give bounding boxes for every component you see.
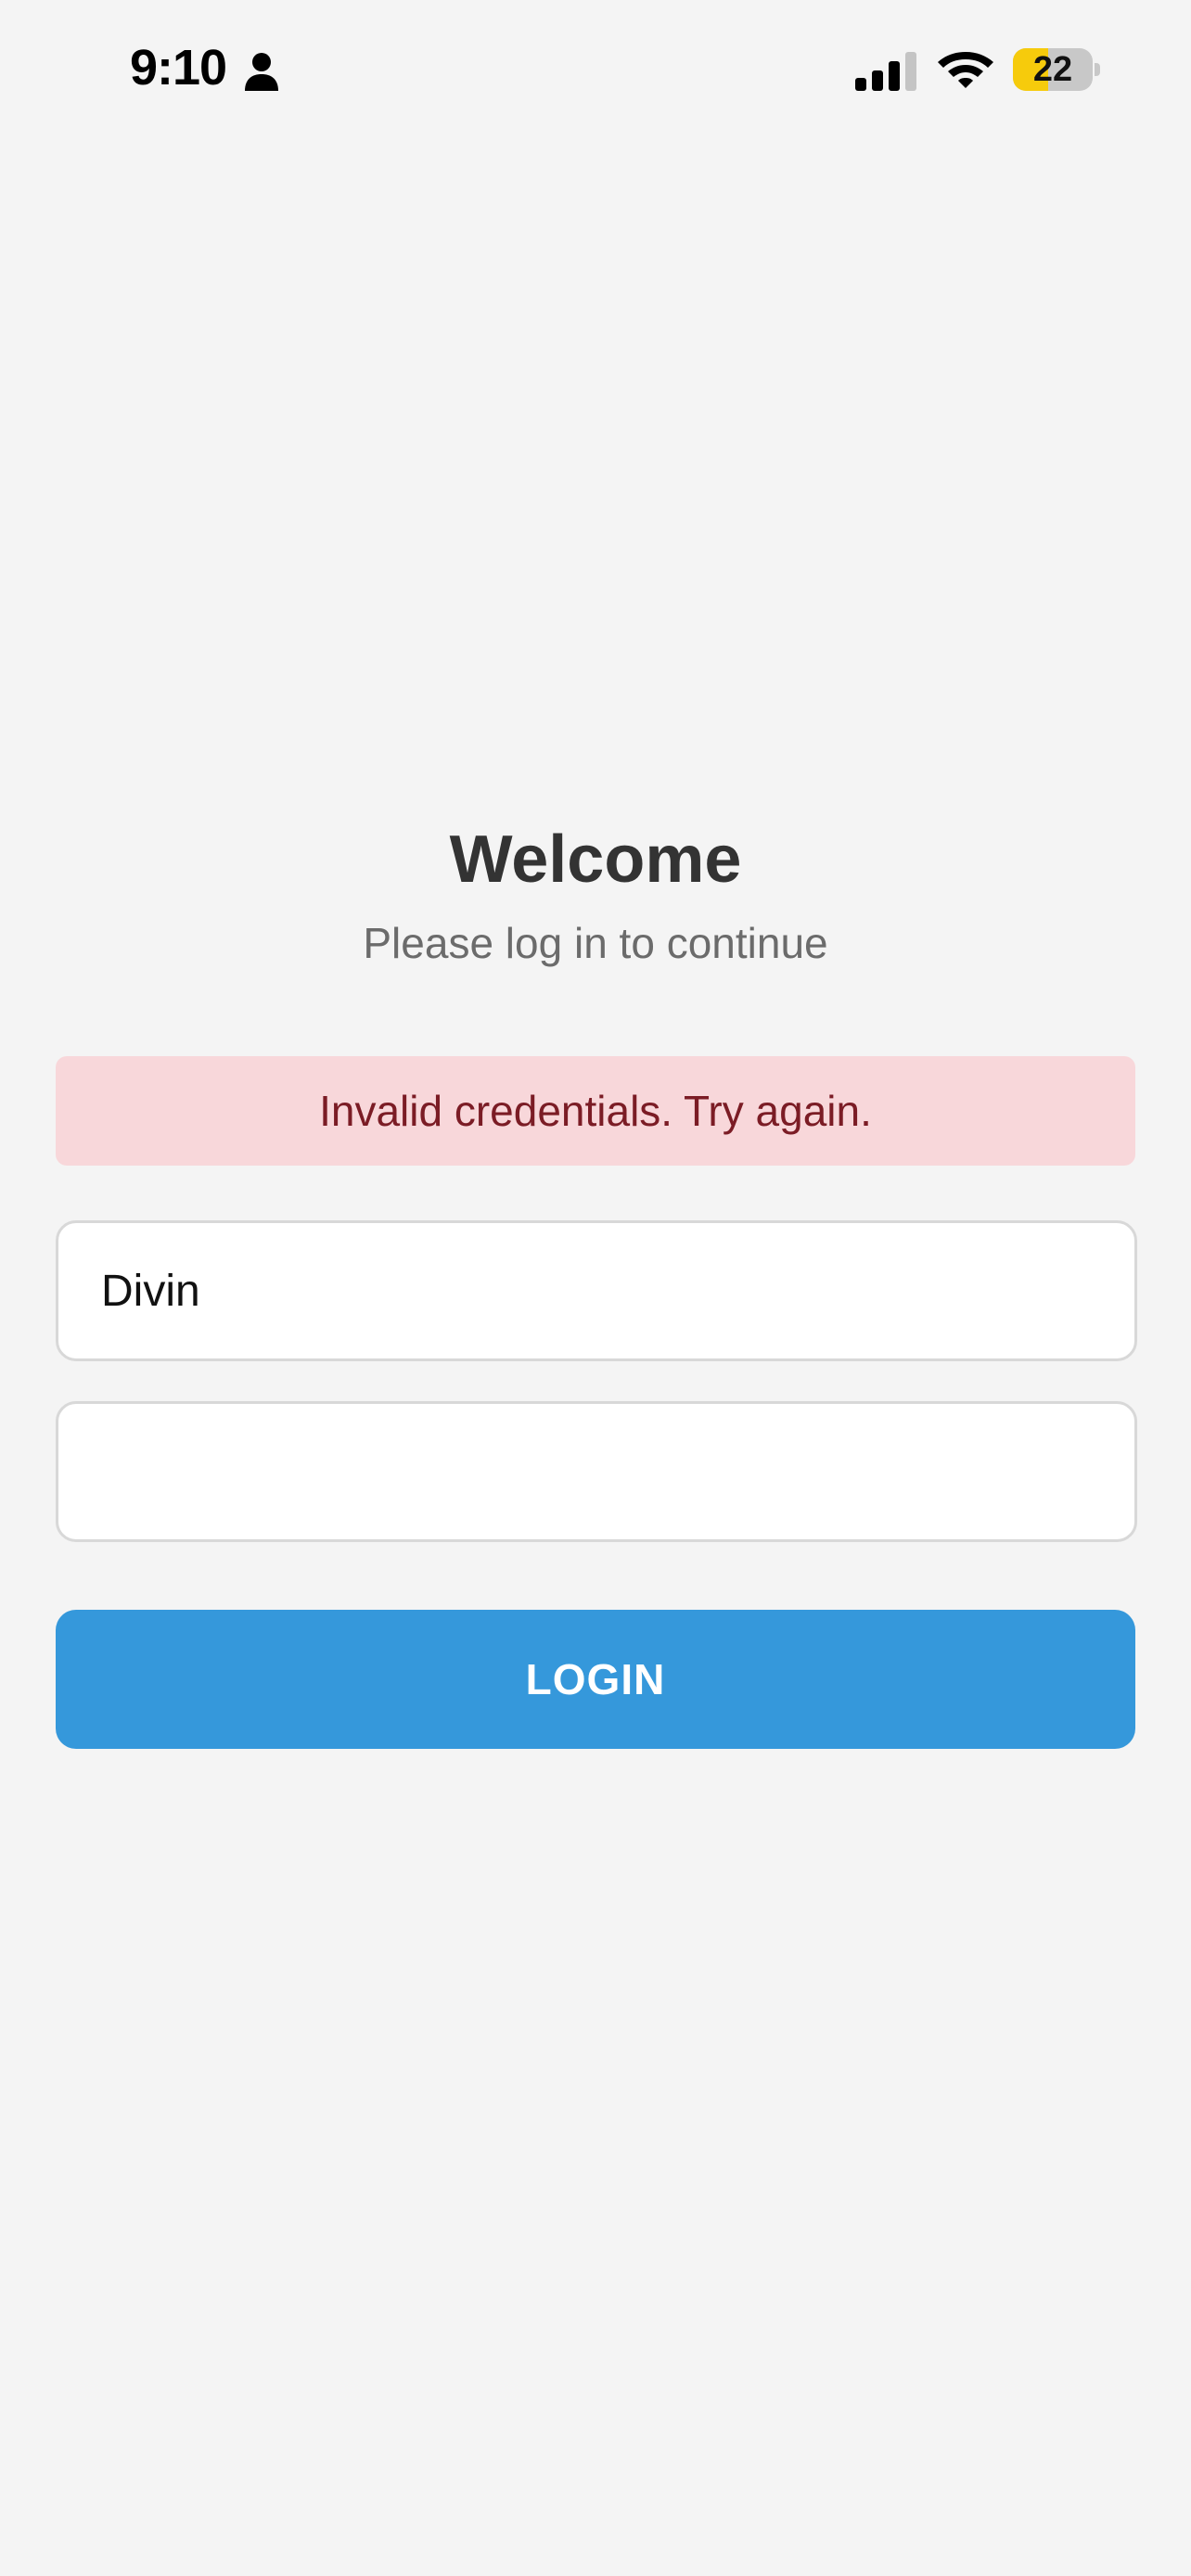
wifi-icon (938, 52, 993, 88)
page-title: Welcome (449, 823, 742, 897)
person-icon (245, 53, 278, 91)
battery-level: 22 (1032, 50, 1073, 89)
page-subtitle: Please log in to continue (363, 919, 828, 967)
status-bar: 9:10 22 (0, 0, 1191, 139)
login-button[interactable]: LOGIN (56, 1610, 1135, 1749)
battery-body: 22 (1013, 48, 1093, 91)
password-input[interactable] (56, 1401, 1137, 1542)
cellular-signal-icon (855, 52, 916, 91)
battery-icon: 22 (1013, 48, 1100, 91)
error-banner: Invalid credentials. Try again. (56, 1056, 1135, 1166)
username-input[interactable] (56, 1220, 1137, 1361)
battery-tip (1095, 63, 1100, 76)
status-time: 9:10 (130, 40, 227, 96)
